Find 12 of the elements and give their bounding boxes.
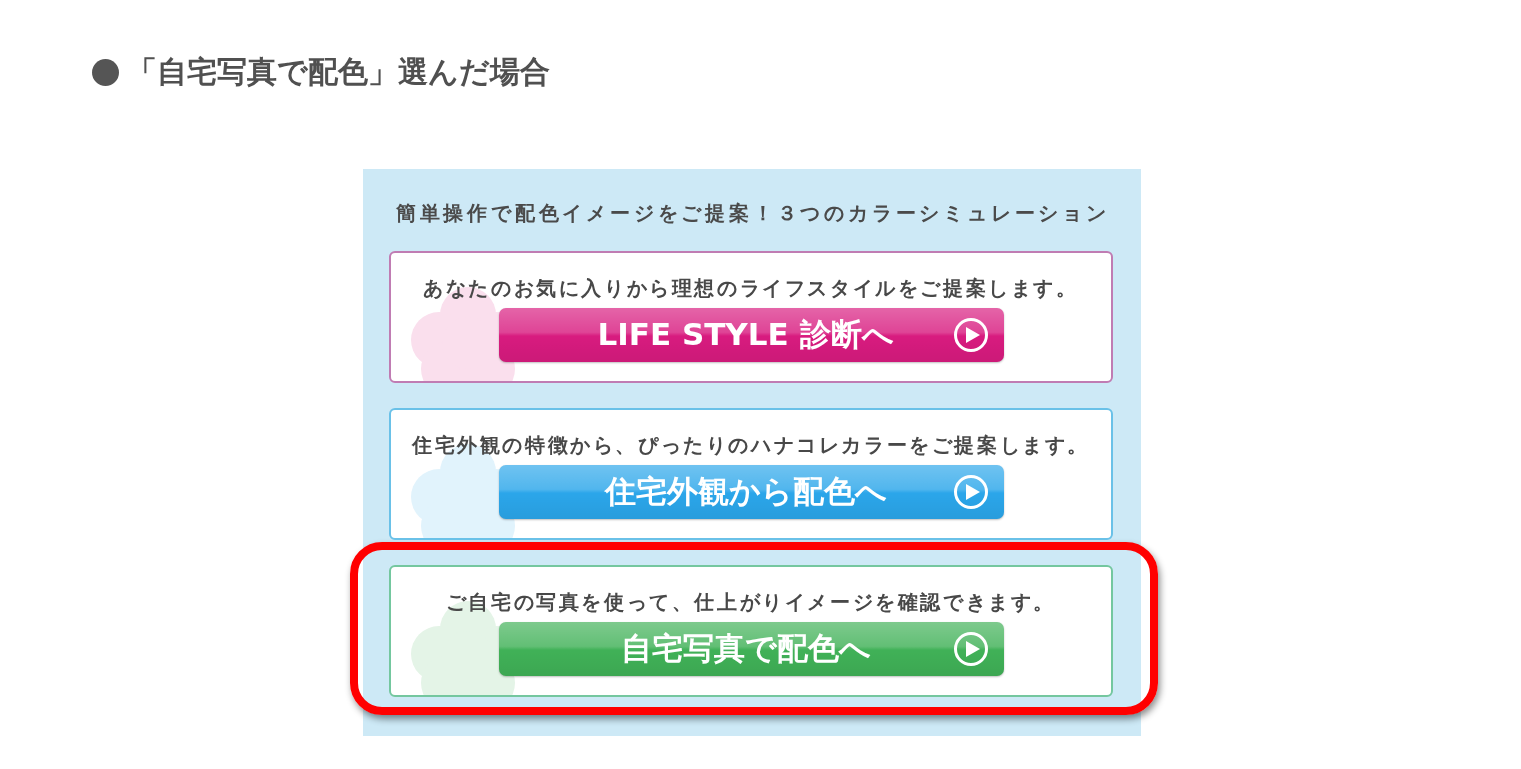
option-button[interactable]: LIFE STYLE 診断へ [498, 308, 1004, 362]
bullet-icon [92, 58, 119, 86]
play-icon [952, 631, 989, 667]
option-button[interactable]: 自宅写真で配色へ [498, 622, 1004, 676]
play-icon [952, 317, 989, 353]
option-description: 住宅外観の特徴から、ぴったりのハナコレカラーをご提案します。 [412, 432, 1090, 459]
option-button[interactable]: 住宅外観から配色へ [498, 465, 1004, 519]
panel-title: 簡単操作で配色イメージをご提案！３つのカラーシミュレーション [394, 200, 1110, 227]
play-icon [952, 474, 989, 510]
section-heading: 「自宅写真で配色」選んだ場合 [127, 54, 550, 90]
option-description: あなたのお気に入りから理想のライフスタイルをご提案します。 [423, 275, 1079, 302]
option-description: ご自宅の写真を使って、仕上がりイメージを確認できます。 [445, 589, 1057, 616]
